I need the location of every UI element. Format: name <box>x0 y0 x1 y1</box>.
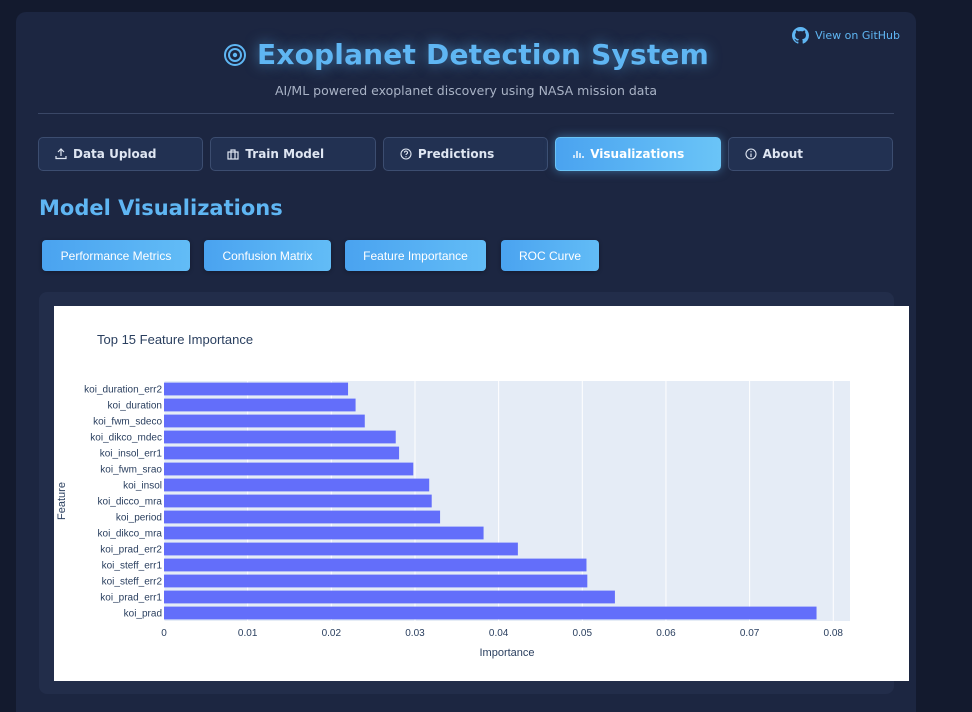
feature-importance-button[interactable]: Feature Importance <box>345 240 486 271</box>
section-title: Model Visualizations <box>39 196 283 220</box>
y-tick-label: koi_steff_err2 <box>102 577 163 588</box>
confusion-matrix-button[interactable]: Confusion Matrix <box>204 240 331 271</box>
x-tick-label: 0.04 <box>489 628 509 639</box>
x-tick-label: 0.02 <box>322 628 342 639</box>
tab-train-model[interactable]: Train Model <box>210 137 376 171</box>
performance-metrics-button[interactable]: Performance Metrics <box>42 240 190 271</box>
y-tick-label: koi_dikco_mra <box>98 529 163 540</box>
y-tick-label: koi_period <box>116 513 162 524</box>
bar-chart-icon <box>573 151 584 158</box>
upload-icon <box>55 148 67 160</box>
x-tick-label: 0.01 <box>238 628 258 639</box>
x-tick-label: 0.08 <box>824 628 844 639</box>
tab-label: Predictions <box>417 147 495 161</box>
x-tick-label: 0.05 <box>573 628 593 639</box>
header-divider <box>38 113 894 114</box>
tab-data-upload[interactable]: Data Upload <box>38 137 204 171</box>
help-circle-icon <box>400 148 412 160</box>
feature-importance-chart: koi_duration_err2 koi_duration koi_fwm_sde… <box>54 306 909 681</box>
info-icon <box>745 148 757 160</box>
y-tick-label: koi_fwm_sdeco <box>93 417 162 428</box>
y-axis-title: Feature <box>56 482 68 520</box>
tab-label: Visualizations <box>590 147 685 161</box>
roc-curve-button[interactable]: ROC Curve <box>501 240 599 271</box>
bar[interactable] <box>164 478 430 492</box>
bar[interactable] <box>164 510 441 524</box>
y-tick-label: koi_prad_err1 <box>100 593 162 604</box>
nav-tabs: Data Upload Train Model Predictions Visu… <box>38 137 894 171</box>
page-title: Exoplanet Detection System <box>257 38 709 71</box>
x-tick-label: 0.06 <box>656 628 676 639</box>
bar[interactable] <box>164 382 349 396</box>
bar[interactable] <box>164 414 365 428</box>
bar[interactable] <box>164 398 356 412</box>
bar[interactable] <box>164 606 817 620</box>
tab-predictions[interactable]: Predictions <box>382 137 549 171</box>
bar[interactable] <box>164 574 588 588</box>
tab-label: Data Upload <box>73 147 157 161</box>
x-tick-label: 0 <box>161 628 167 639</box>
bar[interactable] <box>164 462 414 476</box>
x-tick-label: 0.07 <box>740 628 760 639</box>
y-tick-label: koi_prad_err2 <box>100 545 162 556</box>
y-tick-label: koi_insol_err1 <box>100 449 163 460</box>
chart-title: Top 15 Feature Importance <box>97 332 253 347</box>
page-subtitle: AI/ML powered exoplanet discovery using … <box>274 83 658 98</box>
tab-about[interactable]: About <box>727 137 894 171</box>
target-icon <box>223 43 247 67</box>
y-tick-label: koi_steff_err1 <box>102 561 163 572</box>
page-header: Exoplanet Detection System AI/ML powered… <box>16 38 916 98</box>
y-tick-label: koi_duration <box>108 401 162 412</box>
y-tick-label: koi_prad <box>124 609 162 620</box>
y-tick-label: koi_fwm_srao <box>100 465 162 476</box>
bar[interactable] <box>164 558 587 572</box>
tab-visualizations[interactable]: Visualizations <box>555 137 721 171</box>
bar[interactable] <box>164 526 484 540</box>
chart-svg: koi_duration_err2 koi_duration koi_fwm_sde… <box>56 332 850 659</box>
y-tick-label: koi_dicco_mra <box>98 497 163 508</box>
bar[interactable] <box>164 494 432 508</box>
y-tick-label: koi_duration_err2 <box>84 385 162 396</box>
x-axis-title: Importance <box>479 647 534 659</box>
bar[interactable] <box>164 430 396 444</box>
tab-label: About <box>762 147 804 161</box>
tab-label: Train Model <box>245 147 325 161</box>
y-tick-label: koi_insol <box>123 481 162 492</box>
y-tick-label: koi_dikco_mdec <box>90 433 162 444</box>
x-tick-label: 0.03 <box>405 628 425 639</box>
bar[interactable] <box>164 590 615 604</box>
bar[interactable] <box>164 542 518 556</box>
model-icon <box>227 149 240 160</box>
bar[interactable] <box>164 446 400 460</box>
